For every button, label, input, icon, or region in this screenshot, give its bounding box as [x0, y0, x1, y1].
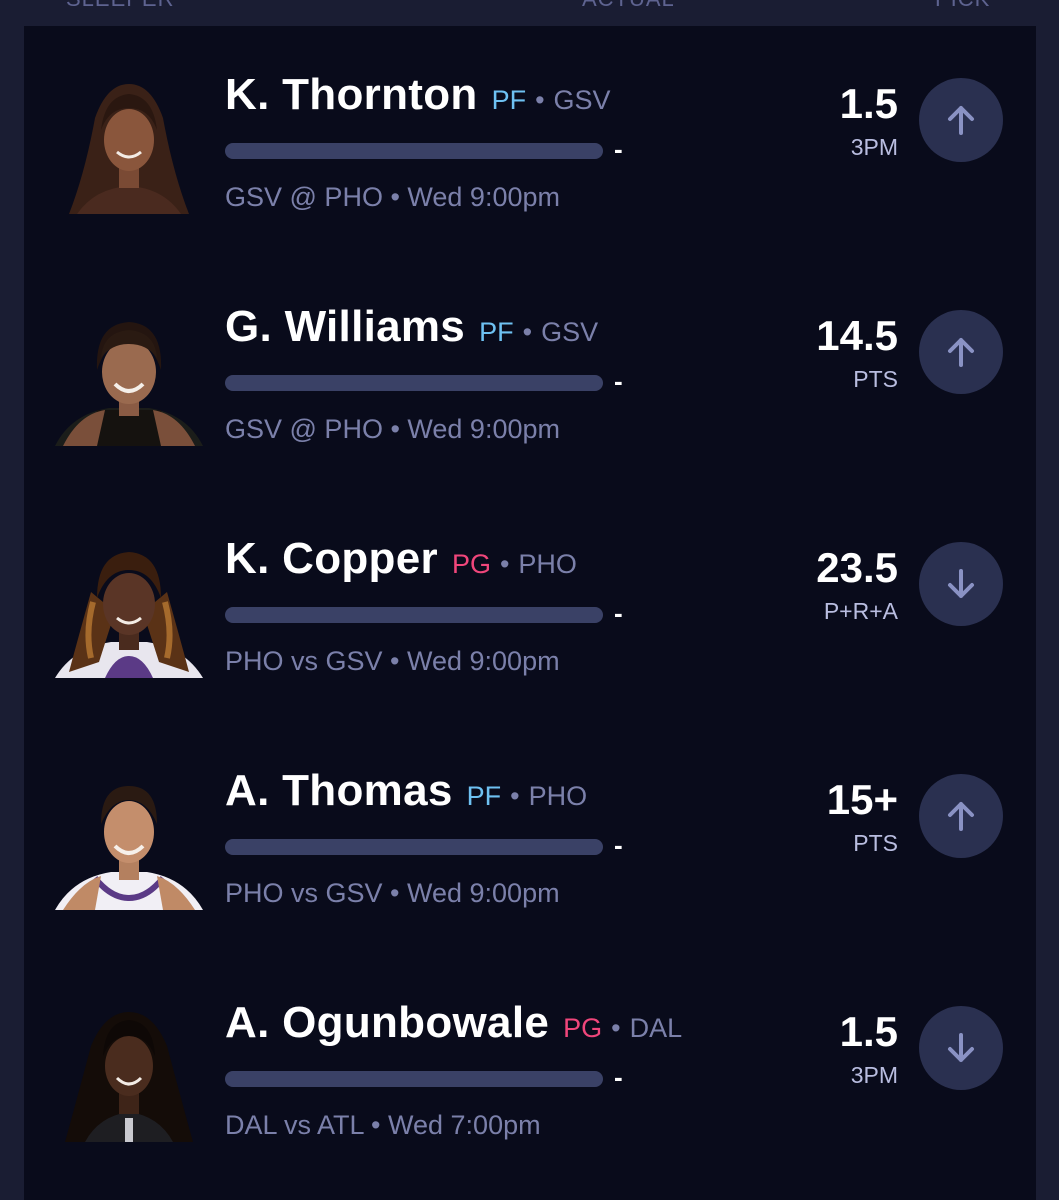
separator-dot: •: [522, 317, 533, 347]
player-name: K. Thornton: [225, 70, 478, 119]
player-info: K. Copper PG • PHO: [225, 534, 577, 590]
more-pick-button[interactable]: [919, 310, 1003, 394]
player-avatar: [55, 310, 203, 446]
arrow-up-icon: [948, 338, 974, 367]
more-pick-button[interactable]: [919, 774, 1003, 858]
game-info: PHO vs GSV • Wed 9:00pm: [225, 878, 560, 908]
projection-line: 23.5: [816, 544, 898, 591]
game-info: GSV @ PHO • Wed 9:00pm: [225, 414, 560, 444]
progress-bar: [225, 375, 603, 391]
actual-value: -: [614, 598, 623, 628]
arrow-down-icon: [948, 1033, 974, 1062]
more-pick-button[interactable]: [919, 78, 1003, 162]
player-team: GSV: [553, 85, 611, 115]
pick-column-label: PICK: [935, 0, 990, 12]
projection-line: 1.5: [839, 1008, 898, 1055]
arrow-down-icon: [948, 569, 974, 598]
picks-panel: K. Thornton PF • GSV - GSV @ PHO • Wed 9…: [24, 26, 1036, 1200]
arrow-up-icon: [948, 802, 974, 831]
progress-bar: [225, 1071, 603, 1087]
player-position: PF: [466, 781, 502, 811]
player-info: K. Thornton PF • GSV: [225, 70, 611, 126]
sleeper-column-label: SLEEPER: [66, 0, 175, 12]
stat-type: 3PM: [850, 134, 898, 160]
actual-value: -: [614, 366, 623, 396]
arrow-up-icon: [948, 106, 974, 135]
projection-line: 1.5: [839, 80, 898, 127]
player-team: GSV: [541, 317, 599, 347]
game-info: PHO vs GSV • Wed 9:00pm: [225, 646, 560, 676]
progress-bar: [225, 607, 603, 623]
stat-type: P+R+A: [823, 598, 898, 624]
player-team: PHO: [518, 549, 577, 579]
actual-value: -: [614, 830, 623, 860]
actual-value: -: [614, 1062, 623, 1092]
less-pick-button[interactable]: [919, 542, 1003, 626]
player-position: PG: [451, 549, 491, 579]
player-name: G. Williams: [225, 302, 466, 351]
stat-type: 3PM: [850, 1062, 898, 1088]
game-info: DAL vs ATL • Wed 7:00pm: [225, 1110, 541, 1140]
separator-dot: •: [535, 85, 545, 115]
separator-dot: •: [499, 549, 510, 579]
less-pick-button[interactable]: [919, 1006, 1003, 1090]
player-name: A. Ogunbowale: [225, 998, 550, 1047]
stat-type: PTS: [853, 366, 898, 392]
separator-dot: •: [510, 781, 520, 811]
projection-line: 15+: [826, 776, 898, 823]
player-info: A. Thomas PF • PHO: [225, 766, 587, 822]
projection-line: 14.5: [816, 312, 898, 359]
player-position: PF: [491, 85, 527, 115]
player-avatar: [55, 774, 203, 910]
player-avatar: [55, 542, 203, 678]
pick-row[interactable]: K. Thornton PF • GSV - GSV @ PHO • Wed 9…: [24, 26, 1036, 258]
pick-row[interactable]: K. Copper PG • PHO - PHO vs GSV • Wed 9:…: [24, 490, 1036, 722]
player-name: K. Copper: [225, 534, 438, 583]
column-header: SLEEPER ACTUAL PICK: [0, 0, 1059, 16]
player-team: DAL: [629, 1013, 683, 1043]
stat-type: PTS: [853, 830, 898, 856]
pick-row[interactable]: A. Ogunbowale PG • DAL - DAL vs ATL • We…: [24, 954, 1036, 1186]
game-info: GSV @ PHO • Wed 9:00pm: [225, 182, 560, 212]
player-info: G. Williams PF • GSV: [225, 302, 598, 358]
progress-bar: [225, 839, 603, 855]
player-avatar: [55, 1006, 203, 1142]
separator-dot: •: [611, 1013, 621, 1043]
player-info: A. Ogunbowale PG • DAL: [225, 998, 682, 1054]
pick-list-screen: SLEEPER ACTUAL PICK K. Thornton PF •: [0, 0, 1059, 1200]
player-avatar: [55, 78, 203, 214]
player-name: A. Thomas: [225, 766, 453, 815]
player-team: PHO: [528, 781, 588, 811]
progress-bar: [225, 143, 603, 159]
player-position: PF: [479, 317, 514, 347]
player-position: PG: [563, 1013, 603, 1043]
pick-row[interactable]: G. Williams PF • GSV - GSV @ PHO • Wed 9…: [24, 258, 1036, 490]
actual-value: -: [614, 134, 623, 164]
pick-row[interactable]: A. Thomas PF • PHO - PHO vs GSV • Wed 9:…: [24, 722, 1036, 954]
actual-column-label: ACTUAL: [582, 0, 675, 12]
